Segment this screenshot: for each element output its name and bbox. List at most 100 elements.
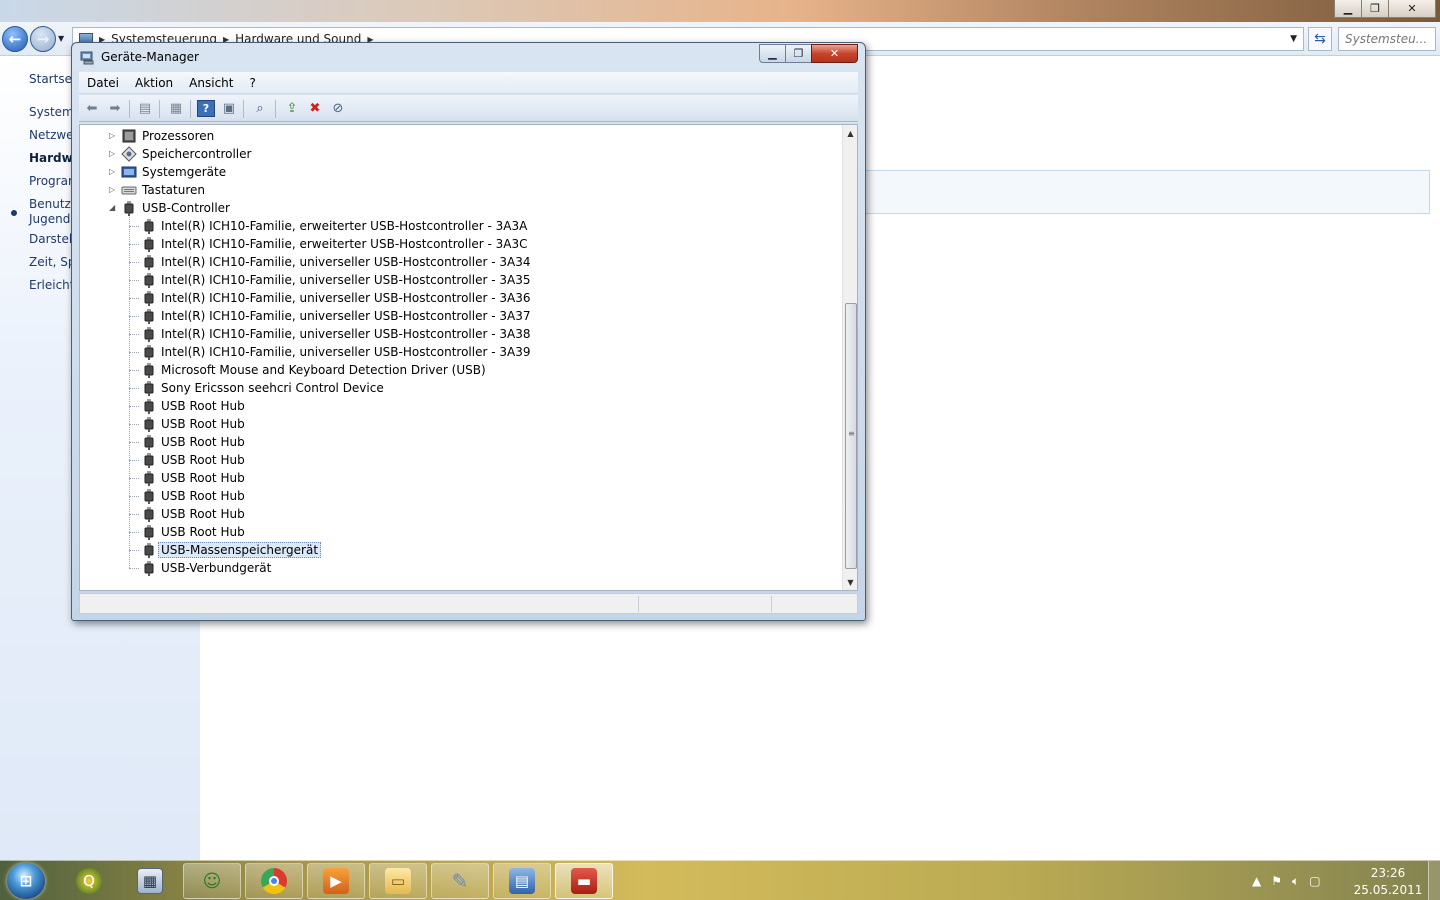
tree-category[interactable]: ▷ Systemgeräte <box>80 163 840 181</box>
expand-arrow-icon[interactable]: ▷ <box>109 149 115 158</box>
taskbar-app-paint[interactable]: ✎ <box>431 863 489 899</box>
toolbar-forward-icon[interactable]: ➡ <box>106 100 124 117</box>
toolbar-help-icon[interactable]: ? <box>197 100 215 117</box>
tree-device[interactable]: Intel(R) ICH10-Familie, erweiterter USB-… <box>80 217 840 235</box>
menu-ansicht[interactable]: Ansicht <box>181 76 241 90</box>
taskbar-app-calculator[interactable]: ▦ <box>121 863 179 899</box>
tree-device[interactable]: Intel(R) ICH10-Familie, universeller USB… <box>80 343 840 361</box>
usb-plug-icon <box>144 363 154 378</box>
tree-device[interactable]: Intel(R) ICH10-Familie, universeller USB… <box>80 271 840 289</box>
control-panel-minimize-button[interactable]: ▁ <box>1334 0 1362 18</box>
tree-device[interactable]: Intel(R) ICH10-Familie, universeller USB… <box>80 325 840 343</box>
sidebar-link-erleichterte-bedienung[interactable]: Erleicht <box>29 278 74 292</box>
toolbar-properties-icon[interactable]: ▦ <box>167 100 185 117</box>
toolbar-action-pane-icon[interactable]: ▣ <box>220 100 238 117</box>
sidebar-link-jugendschutz[interactable]: Jugends <box>29 212 77 226</box>
toolbar-separator <box>190 100 191 118</box>
tree-category[interactable]: ▷ Prozessoren <box>80 127 840 145</box>
collapse-arrow-icon[interactable]: ◢ <box>109 203 115 212</box>
paint-palette-icon: ✎ <box>451 869 469 893</box>
close-button[interactable]: ✕ <box>811 44 858 63</box>
action-center-flag-icon[interactable]: ⚑ <box>1271 874 1282 888</box>
expand-arrow-icon[interactable]: ▷ <box>109 167 115 176</box>
tree-category[interactable]: ▷ Speichercontroller <box>80 145 840 163</box>
expand-arrow-icon[interactable]: ▷ <box>109 131 115 140</box>
taskbar-app-1[interactable]: Q <box>60 863 118 899</box>
tree-connector-line <box>129 316 139 317</box>
tree-category[interactable]: ▷ Tastaturen <box>80 181 840 199</box>
toolbar-uninstall-icon[interactable]: ✖ <box>306 100 324 117</box>
volume-icon[interactable]: 🔈︎ <box>1292 874 1299 889</box>
recent-pages-dropdown-icon[interactable]: ▼ <box>58 34 64 43</box>
tree-connector-line <box>129 568 139 569</box>
tree-device[interactable]: USB-Massenspeichergerät <box>80 541 840 559</box>
tree-device[interactable]: USB Root Hub <box>80 469 840 487</box>
minimize-button[interactable]: ▁ <box>759 44 786 63</box>
tree-item-label: USB Root Hub <box>161 453 245 467</box>
start-button[interactable]: ⊞ <box>7 863 45 899</box>
tree-device[interactable]: Microsoft Mouse and Keyboard Detection D… <box>80 361 840 379</box>
forward-button[interactable]: → <box>30 26 56 52</box>
content-panel <box>862 170 1430 214</box>
search-input[interactable]: Systemsteu... <box>1338 27 1436 51</box>
show-hidden-icons-icon[interactable]: ▲ <box>1252 874 1261 888</box>
scroll-up-arrow-icon[interactable]: ▲ <box>843 125 857 141</box>
tree-category-usb-controller[interactable]: ◢ USB-Controller <box>80 199 840 217</box>
address-dropdown-icon[interactable]: ▼ <box>1290 34 1297 44</box>
chrome-center-icon <box>269 876 279 886</box>
tree-device[interactable]: USB Root Hub <box>80 505 840 523</box>
usb-plug-icon <box>144 399 154 414</box>
menu-bar: Datei Aktion Ansicht ? <box>79 72 858 94</box>
menu-aktion[interactable]: Aktion <box>127 76 181 90</box>
tree-device[interactable]: Intel(R) ICH10-Familie, erweiterter USB-… <box>80 235 840 253</box>
tree-device[interactable]: USB Root Hub <box>80 487 840 505</box>
tree-device[interactable]: USB Root Hub <box>80 523 840 541</box>
usb-plug-icon <box>144 345 154 360</box>
maximize-button[interactable]: ❐ <box>785 44 812 63</box>
taskbar-app-chrome[interactable] <box>245 863 303 899</box>
taskbar-app-device-manager[interactable]: ▬ <box>555 863 613 899</box>
menu-help[interactable]: ? <box>241 76 263 90</box>
device-tree[interactable]: ▷ Prozessoren ▷ Speichercontroller ▷ Systemge… <box>79 124 858 591</box>
clock-time[interactable]: 23:26 <box>1358 866 1418 880</box>
network-icon[interactable]: ▢ <box>1309 874 1320 888</box>
tree-item-label: Intel(R) ICH10-Familie, universeller USB… <box>161 309 531 323</box>
tree-device[interactable]: USB Root Hub <box>80 397 840 415</box>
clock-date[interactable]: 25.05.2011 <box>1352 883 1424 897</box>
tree-device[interactable]: Intel(R) ICH10-Familie, universeller USB… <box>80 253 840 271</box>
control-panel-close-button[interactable]: ✕ <box>1388 0 1436 18</box>
toolbar-show-hide-console-tree-icon[interactable]: ▤ <box>136 100 154 117</box>
usb-plug-icon <box>144 291 154 306</box>
device-manager-icon <box>80 51 94 65</box>
scroll-thumb[interactable]: ≡ <box>845 303 857 569</box>
toolbar-disable-device-icon[interactable]: ⊘ <box>329 100 347 117</box>
taskbar-app-people[interactable]: ☺ <box>183 863 241 899</box>
back-button[interactable]: ← <box>2 26 28 52</box>
taskbar-app-media-player[interactable]: ▶ <box>307 863 365 899</box>
taskbar-app-control-panel[interactable]: ▤ <box>493 863 551 899</box>
refresh-button[interactable]: ⇆ <box>1308 27 1332 51</box>
tree-device[interactable]: USB Root Hub <box>80 451 840 469</box>
show-desktop-button[interactable] <box>1428 861 1440 900</box>
sidebar-link-darstellung[interactable]: Darstell <box>29 232 76 246</box>
tree-device[interactable]: Intel(R) ICH10-Familie, universeller USB… <box>80 307 840 325</box>
menu-datei[interactable]: Datei <box>79 76 127 90</box>
tree-item-label: Tastaturen <box>142 183 205 197</box>
tree-device[interactable]: Intel(R) ICH10-Familie, universeller USB… <box>80 289 840 307</box>
tree-device[interactable]: USB-Verbundgerät <box>80 559 840 577</box>
control-panel-maximize-button[interactable]: ❐ <box>1361 0 1389 18</box>
tree-device[interactable]: Sony Ericsson seehcri Control Device <box>80 379 840 397</box>
taskbar-app-explorer[interactable]: ▭ <box>369 863 427 899</box>
expand-arrow-icon[interactable]: ▷ <box>109 185 115 194</box>
toolbar-back-icon[interactable]: ⬅ <box>83 100 101 117</box>
tree-device[interactable]: USB Root Hub <box>80 415 840 433</box>
vertical-scrollbar[interactable]: ▲ ≡ ▼ <box>842 125 857 590</box>
tree-device[interactable]: USB Root Hub <box>80 433 840 451</box>
scroll-down-arrow-icon[interactable]: ▼ <box>843 574 857 590</box>
toolbar-update-driver-icon[interactable]: ⇪ <box>283 100 301 117</box>
tree-item-label: Prozessoren <box>142 129 215 143</box>
toolbar-scan-hardware-icon[interactable]: ⌕ <box>251 100 269 117</box>
sidebar-link-system[interactable]: System <box>29 105 74 119</box>
usb-plug-icon <box>144 273 154 288</box>
control-panel-titlebar[interactable]: ▁ ❐ ✕ <box>0 0 1440 22</box>
